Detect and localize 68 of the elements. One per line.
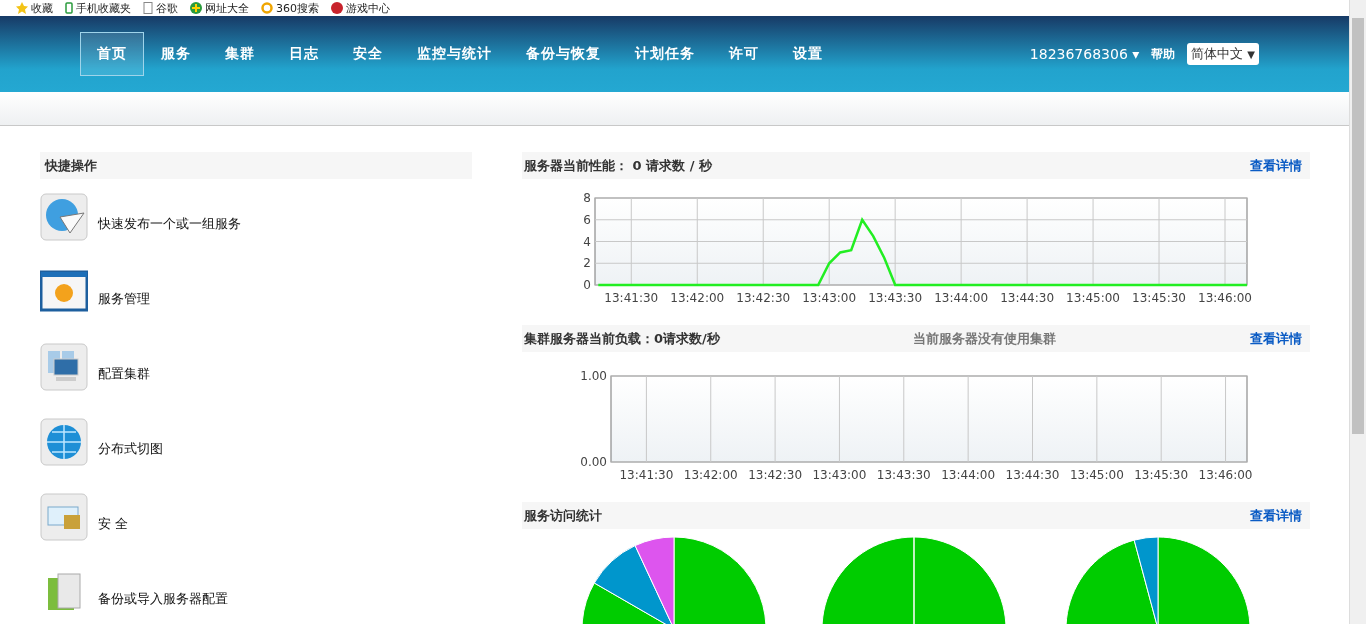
star-icon — [16, 2, 28, 14]
section-title: 服务访问统计 — [524, 506, 602, 525]
details-link[interactable]: 查看详情 — [1250, 506, 1302, 525]
y-tick-label: 0 — [583, 278, 591, 292]
nav-tab[interactable]: 许可 — [712, 32, 776, 76]
quick-action-link[interactable]: 分布式切图 — [40, 417, 472, 467]
quick-action-link[interactable]: 安 全 — [40, 492, 472, 542]
language-select[interactable]: 简体中文 ▼ — [1187, 43, 1259, 65]
bookmark-link[interactable]: 360搜索 — [261, 0, 319, 16]
nav-tab[interactable]: 备份与恢复 — [509, 32, 618, 76]
quick-action-link[interactable]: 配置集群 — [40, 342, 472, 392]
help-link[interactable]: 帮助 — [1151, 45, 1176, 63]
details-link[interactable]: 查看详情 — [1250, 156, 1302, 175]
x-tick-label: 13:42:00 — [670, 291, 725, 305]
nav-tab[interactable]: 集群 — [208, 32, 272, 76]
x-tick-label: 13:46:00 — [1198, 468, 1253, 482]
x-tick-label: 13:44:30 — [1000, 291, 1055, 305]
x-tick-label: 13:41:30 — [619, 468, 674, 482]
x-tick-label: 13:44:00 — [934, 291, 989, 305]
y-tick-label: 2 — [583, 256, 591, 271]
quick-action-link[interactable]: 备份或导入服务器配置 — [40, 567, 472, 617]
nav-tab[interactable]: 安全 — [336, 32, 400, 76]
x-tick-label: 13:42:30 — [736, 291, 791, 305]
bookmark-link[interactable]: 网址大全 — [190, 0, 249, 16]
x-tick-label: 13:42:30 — [748, 468, 803, 482]
plus-icon — [190, 2, 202, 14]
nav-tab[interactable]: 设置 — [776, 32, 840, 76]
nav-tab[interactable]: 首页 — [80, 32, 144, 76]
details-link[interactable]: 查看详情 — [1250, 329, 1302, 348]
nav-tab[interactable]: 监控与统计 — [400, 32, 509, 76]
scrollbar[interactable] — [1349, 0, 1366, 624]
x-tick-label: 13:42:00 — [683, 468, 738, 482]
x-tick-label: 13:45:30 — [1132, 291, 1186, 305]
user-menu[interactable]: 18236768306 ▾ — [1029, 46, 1140, 62]
quick-action-link[interactable]: 快速发布一个或一组服务 — [40, 192, 472, 242]
x-tick-label: 13:43:00 — [802, 291, 857, 305]
y-tick-label: 6 — [583, 212, 591, 227]
game-icon — [331, 2, 343, 14]
bookmark-link[interactable]: 收藏 — [16, 0, 53, 16]
nav-tab[interactable]: 日志 — [272, 32, 336, 76]
x-tick-label: 13:43:30 — [868, 291, 923, 305]
x-tick-label: 13:44:00 — [941, 468, 996, 482]
section-title: 快捷操作 — [45, 156, 97, 175]
x-tick-label: 13:43:00 — [812, 468, 867, 482]
x-tick-label: 13:45:00 — [1066, 291, 1120, 305]
globe-icon — [40, 418, 88, 466]
x-tick-label: 13:45:00 — [1069, 468, 1124, 482]
nav-tab[interactable]: 服务 — [144, 32, 208, 76]
y-tick-label: 8 — [583, 191, 591, 205]
ring-icon — [261, 2, 273, 14]
y-tick-label: 0.00 — [580, 455, 607, 469]
section-title: 服务器当前性能： 0 请求数 / 秒 — [524, 156, 712, 175]
computer-servers-icon — [40, 343, 88, 391]
cluster-note: 当前服务器没有使用集群 — [913, 329, 1057, 348]
bookmark-link[interactable]: 游戏中心 — [331, 0, 390, 16]
bookmark-link[interactable]: 谷歌 — [143, 0, 178, 16]
x-tick-label: 13:44:30 — [1005, 468, 1060, 482]
x-tick-label: 13:46:00 — [1198, 291, 1252, 305]
x-tick-label: 13:41:30 — [604, 291, 659, 305]
y-tick-label: 1.00 — [580, 369, 607, 383]
section-title: 集群服务器当前负载：0请求数/秒 — [524, 329, 720, 348]
y-tick-label: 4 — [583, 234, 591, 249]
phone-icon — [65, 2, 73, 14]
x-tick-label: 13:45:30 — [1134, 468, 1189, 482]
x-tick-label: 13:43:30 — [876, 468, 931, 482]
bookmark-link[interactable]: 手机收藏夹 — [65, 0, 131, 16]
quick-action-link[interactable]: 服务管理 — [40, 267, 472, 317]
nav-tab[interactable]: 计划任务 — [618, 32, 712, 76]
